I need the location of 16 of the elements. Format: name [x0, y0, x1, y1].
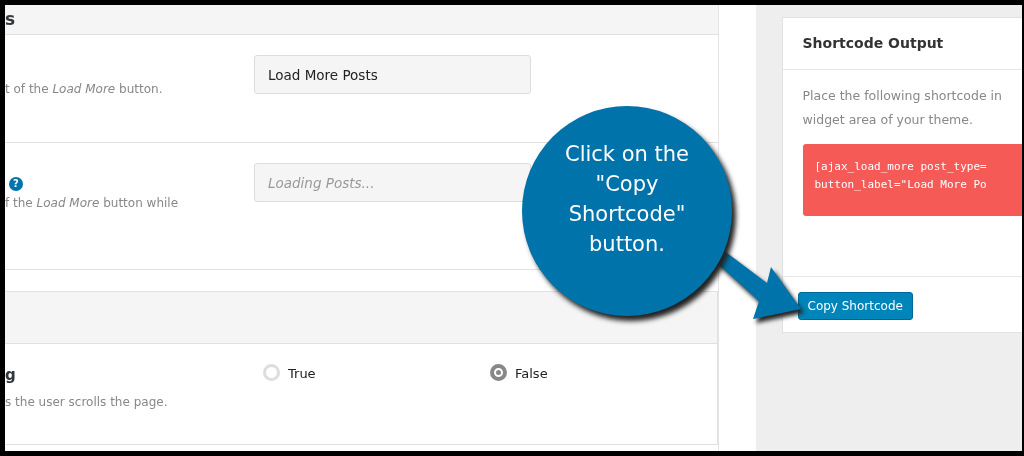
setting-description: t of the Load More button. [5, 82, 163, 96]
text-field[interactable]: Loading Posts... [254, 163, 531, 202]
radio-label: False [515, 365, 548, 383]
help-icon[interactable]: ? [9, 176, 23, 191]
copy-shortcode-button[interactable]: Copy Shortcode [797, 292, 913, 320]
instructions-text: Place the following shortcode in widget area of your theme. [801, 87, 1003, 129]
setting-description: s the user scrolls the page. [5, 393, 168, 411]
radio-label: True [288, 365, 316, 383]
text-field[interactable]: Load More Posts [254, 55, 531, 94]
setting-title: g [5, 365, 16, 386]
setting-description: f the Load More button while [5, 195, 179, 210]
shortcode-text: [ajax_load_more post_type= button_label="Load More Po [802, 144, 1022, 216]
card-title: Shortcode Output [782, 18, 1022, 70]
callout-text: Click on the "Copy Shortcode" button. [564, 141, 690, 258]
radio-button[interactable] [490, 364, 507, 381]
section-header: s [5, 5, 718, 35]
